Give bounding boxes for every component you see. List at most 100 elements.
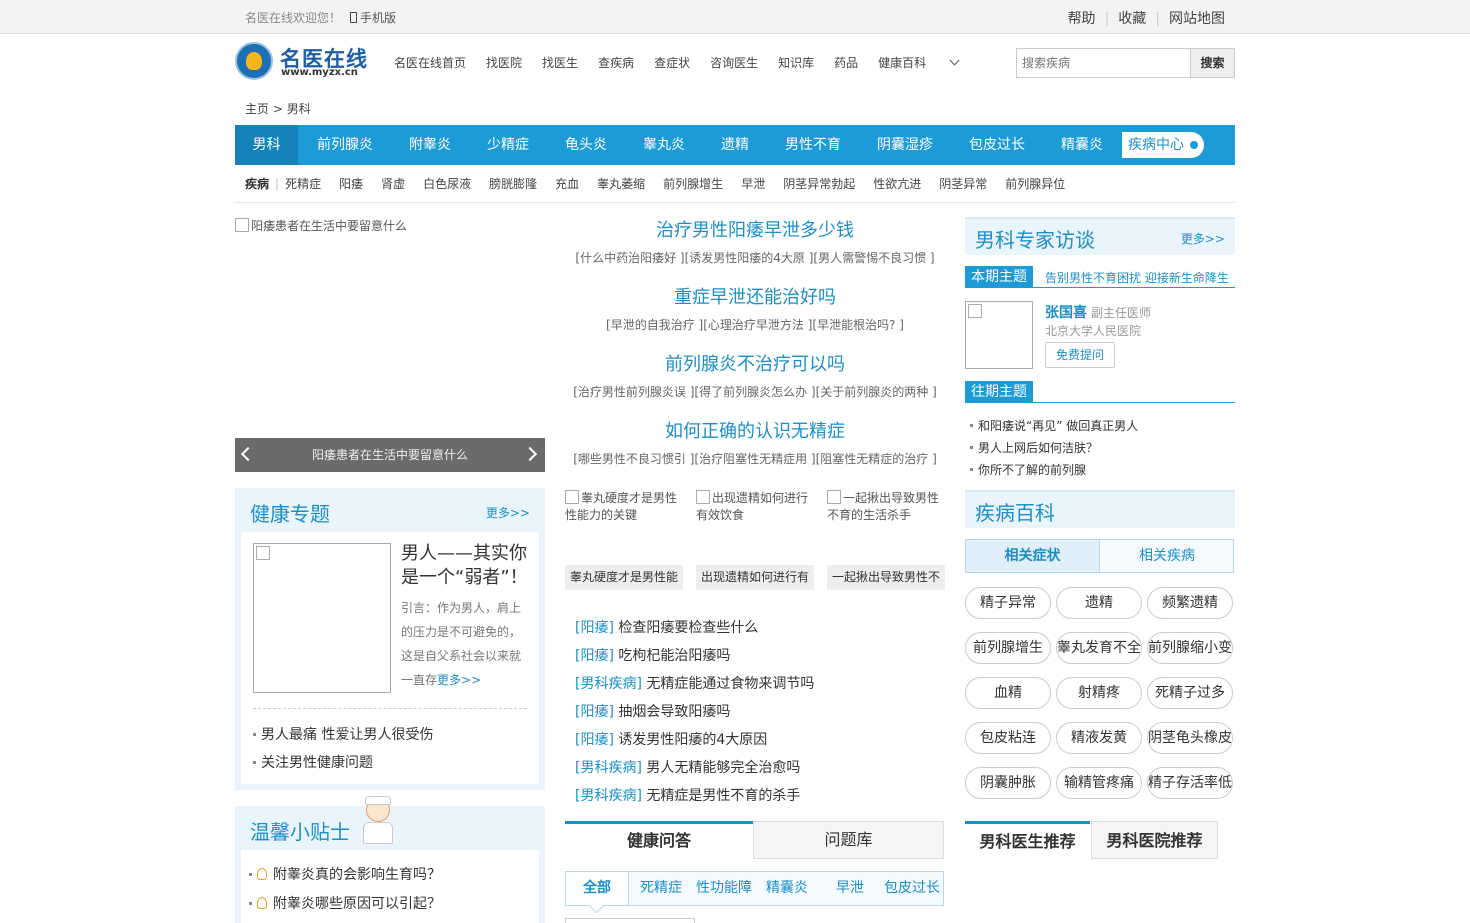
symptom-pill[interactable]: 精子异常 <box>965 587 1051 619</box>
article-title[interactable]: 诱发男性阳痿的4大原因 <box>618 732 767 748</box>
list-item[interactable]: [阳痿] 吃枸杞能治阳痿吗 <box>575 645 814 673</box>
list-item[interactable]: [阳痿] 抽烟会导致阳痿吗 <box>575 701 814 729</box>
tab-doctor-recommend[interactable]: 男科医生推荐 <box>965 821 1090 859</box>
cat-item[interactable]: 阴囊湿疹 <box>877 125 933 165</box>
headline-sublinks[interactable]: [早泄的自我治疗 ][心理治疗早泄方法 ][早泄能根治吗? ] <box>565 312 945 351</box>
thumb-image[interactable]: 睾丸硬度才是男性性能力的关键 <box>565 490 683 560</box>
list-item[interactable]: 附睾炎哪些原因可以引起？ <box>249 893 441 913</box>
feature-title[interactable]: 男人——其实你是一个“弱者”！ <box>401 542 531 590</box>
nav-knowledge[interactable]: 知识库 <box>778 56 814 70</box>
subnav-item[interactable]: 前列腺增生 <box>663 177 723 191</box>
mobile-version-link[interactable]: 手机版 <box>350 9 396 26</box>
qa-filter-item[interactable]: 死精症 <box>640 872 682 905</box>
subnav-item[interactable]: 阳痿 <box>339 177 363 191</box>
tab-health-qa[interactable]: 健康问答 <box>565 821 753 859</box>
slideshow[interactable]: 阳痿患者在生活中要留意什么 阳痿患者在生活中要留意什么 <box>235 217 545 472</box>
expert-name[interactable]: 张国喜 副主任医师 <box>1045 302 1151 322</box>
thumb-caption[interactable]: 一起揪出导致男性不 <box>827 565 945 590</box>
cat-item[interactable]: 附睾炎 <box>409 125 451 165</box>
symptom-pill[interactable]: 阴囊肿胀 <box>965 767 1051 799</box>
thumb-item[interactable]: 睾丸硬度才是男性性能力的关键 睾丸硬度才是男性能 <box>565 490 683 590</box>
article-title[interactable]: 男人无精能够完全治愈吗 <box>646 760 800 776</box>
expert-more[interactable]: 更多>> <box>1181 230 1225 247</box>
headline-title[interactable]: 治疗男性阳痿早泄多少钱 <box>565 217 945 245</box>
subnav-item[interactable]: 阴茎异常 <box>939 177 987 191</box>
feature-more-link[interactable]: 更多>> <box>437 673 481 687</box>
slide-caption[interactable]: 阳痿患者在生活中要留意什么 <box>235 438 545 472</box>
qa-filter-all[interactable]: 全部 <box>566 872 629 905</box>
symptom-pill[interactable]: 前列腺增生 <box>965 632 1051 664</box>
list-item[interactable]: 附睾炎真的会影响生育吗？ <box>249 864 441 884</box>
current-topic-link[interactable]: 告别男性不育困扰 迎接新生命降生 <box>1045 269 1229 286</box>
cat-item[interactable]: 前列腺炎 <box>317 125 373 165</box>
nav-disease[interactable]: 查疾病 <box>598 56 634 70</box>
subnav-item[interactable]: 膀胱膨隆 <box>489 177 537 191</box>
list-item[interactable]: 关注男性健康问题 <box>253 752 373 772</box>
headline-title[interactable]: 前列腺炎不治疗可以吗 <box>565 351 945 379</box>
search-button[interactable]: 搜索 <box>1190 49 1234 77</box>
free-ask-button[interactable]: 免费提问 <box>1045 342 1115 368</box>
subnav-item[interactable]: 睾丸萎缩 <box>597 177 645 191</box>
nav-wiki[interactable]: 健康百科 <box>878 55 960 70</box>
symptom-pill[interactable]: 阴茎龟头橡皮 <box>1147 722 1233 754</box>
cat-item[interactable]: 少精症 <box>487 125 529 165</box>
article-title[interactable]: 抽烟会导致阳痿吗 <box>618 704 730 720</box>
article-tag[interactable]: [男科疾病] <box>575 676 642 692</box>
subnav-item[interactable]: 肾虚 <box>381 177 405 191</box>
sitemap-link[interactable]: 网站地图 <box>1169 11 1225 27</box>
feature-image[interactable] <box>253 543 391 693</box>
nav-hospital[interactable]: 找医院 <box>486 56 522 70</box>
cat-item[interactable]: 龟头炎 <box>565 125 607 165</box>
subnav-item[interactable]: 性欲亢进 <box>873 177 921 191</box>
article-title[interactable]: 无精症是男性不育的杀手 <box>646 788 800 804</box>
favorite-link[interactable]: 收藏 <box>1118 11 1146 27</box>
list-item[interactable]: 和阳痿说“再见” 做回真正男人 <box>970 417 1138 434</box>
health-topics-more[interactable]: 更多>> <box>486 504 530 521</box>
symptom-pill[interactable]: 输精管疼痛 <box>1056 767 1142 799</box>
subnav-item[interactable]: 白色尿液 <box>423 177 471 191</box>
disease-center-button[interactable]: 疾病中心 <box>1122 132 1204 158</box>
cat-item[interactable]: 男性不育 <box>785 125 841 165</box>
article-tag[interactable]: [男科疾病] <box>575 788 642 804</box>
breadcrumb-home[interactable]: 主页 <box>245 102 269 116</box>
tab-related-diseases[interactable]: 相关疾病 <box>1100 540 1234 572</box>
expert-name-text[interactable]: 张国喜 <box>1045 305 1087 321</box>
symptom-pill[interactable]: 精液发黄 <box>1056 722 1142 754</box>
tip-text[interactable]: 附睾炎哪些原因可以引起？ <box>273 896 441 912</box>
cat-item[interactable]: 睾丸炎 <box>643 125 685 165</box>
nav-drug[interactable]: 药品 <box>834 56 858 70</box>
cat-item[interactable]: 精囊炎 <box>1061 125 1103 165</box>
cat-item[interactable]: 遗精 <box>721 125 749 165</box>
article-title[interactable]: 检查阳痿要检查些什么 <box>618 620 758 636</box>
symptom-pill[interactable]: 频繁遗精 <box>1147 587 1233 619</box>
nav-consult[interactable]: 咨询医生 <box>710 56 758 70</box>
headline-sublinks[interactable]: [什么中药治阳痿好 ][诱发男性阳痿的4大原 ][男人需警惕不良习惯 ] <box>565 245 945 284</box>
site-logo[interactable]: 名医在线 www.myzx.cn <box>235 42 370 82</box>
nav-symptom[interactable]: 查症状 <box>654 56 690 70</box>
tab-related-symptoms[interactable]: 相关症状 <box>966 540 1100 572</box>
list-item[interactable]: [阳痿] 检查阳痿要检查些什么 <box>575 617 814 645</box>
headline-title[interactable]: 如何正确的认识无精症 <box>565 418 945 446</box>
article-title[interactable]: 无精症能通过食物来调节吗 <box>646 676 814 692</box>
symptom-pill[interactable]: 睾丸发育不全 <box>1056 632 1142 664</box>
symptom-pill[interactable]: 精子存活率低 <box>1147 767 1233 799</box>
list-item[interactable]: [男科疾病] 无精症是男性不育的杀手 <box>575 785 814 813</box>
list-item[interactable]: 男人最痛 性爱让男人很受伤 <box>253 724 433 744</box>
subnav-item[interactable]: 早泄 <box>741 177 765 191</box>
symptom-pill[interactable]: 死精子过多 <box>1147 677 1233 709</box>
list-item[interactable]: [男科疾病] 男人无精能够完全治愈吗 <box>575 757 814 785</box>
qa-filter-item[interactable]: 性功能障 <box>696 872 752 905</box>
thumb-image[interactable]: 出现遗精如何进行有效饮食 <box>696 490 814 560</box>
article-tag[interactable]: [阳痿] <box>575 704 614 720</box>
cat-item[interactable]: 包皮过长 <box>969 125 1025 165</box>
article-tag[interactable]: [阳痿] <box>575 620 614 636</box>
list-item[interactable]: [男科疾病] 无精症能通过食物来调节吗 <box>575 673 814 701</box>
nav-doctor[interactable]: 找医生 <box>542 56 578 70</box>
thumb-caption[interactable]: 睾丸硬度才是男性能 <box>565 565 683 590</box>
article-tag[interactable]: [阳痿] <box>575 732 614 748</box>
subnav-item[interactable]: 阴茎异常勃起 <box>783 177 855 191</box>
list-item[interactable]: 男人上网后如何洁肤？ <box>970 439 1098 456</box>
article-title[interactable]: 吃枸杞能治阳痿吗 <box>618 648 730 664</box>
subnav-item[interactable]: 充血 <box>555 177 579 191</box>
thumb-caption[interactable]: 出现遗精如何进行有 <box>696 565 814 590</box>
